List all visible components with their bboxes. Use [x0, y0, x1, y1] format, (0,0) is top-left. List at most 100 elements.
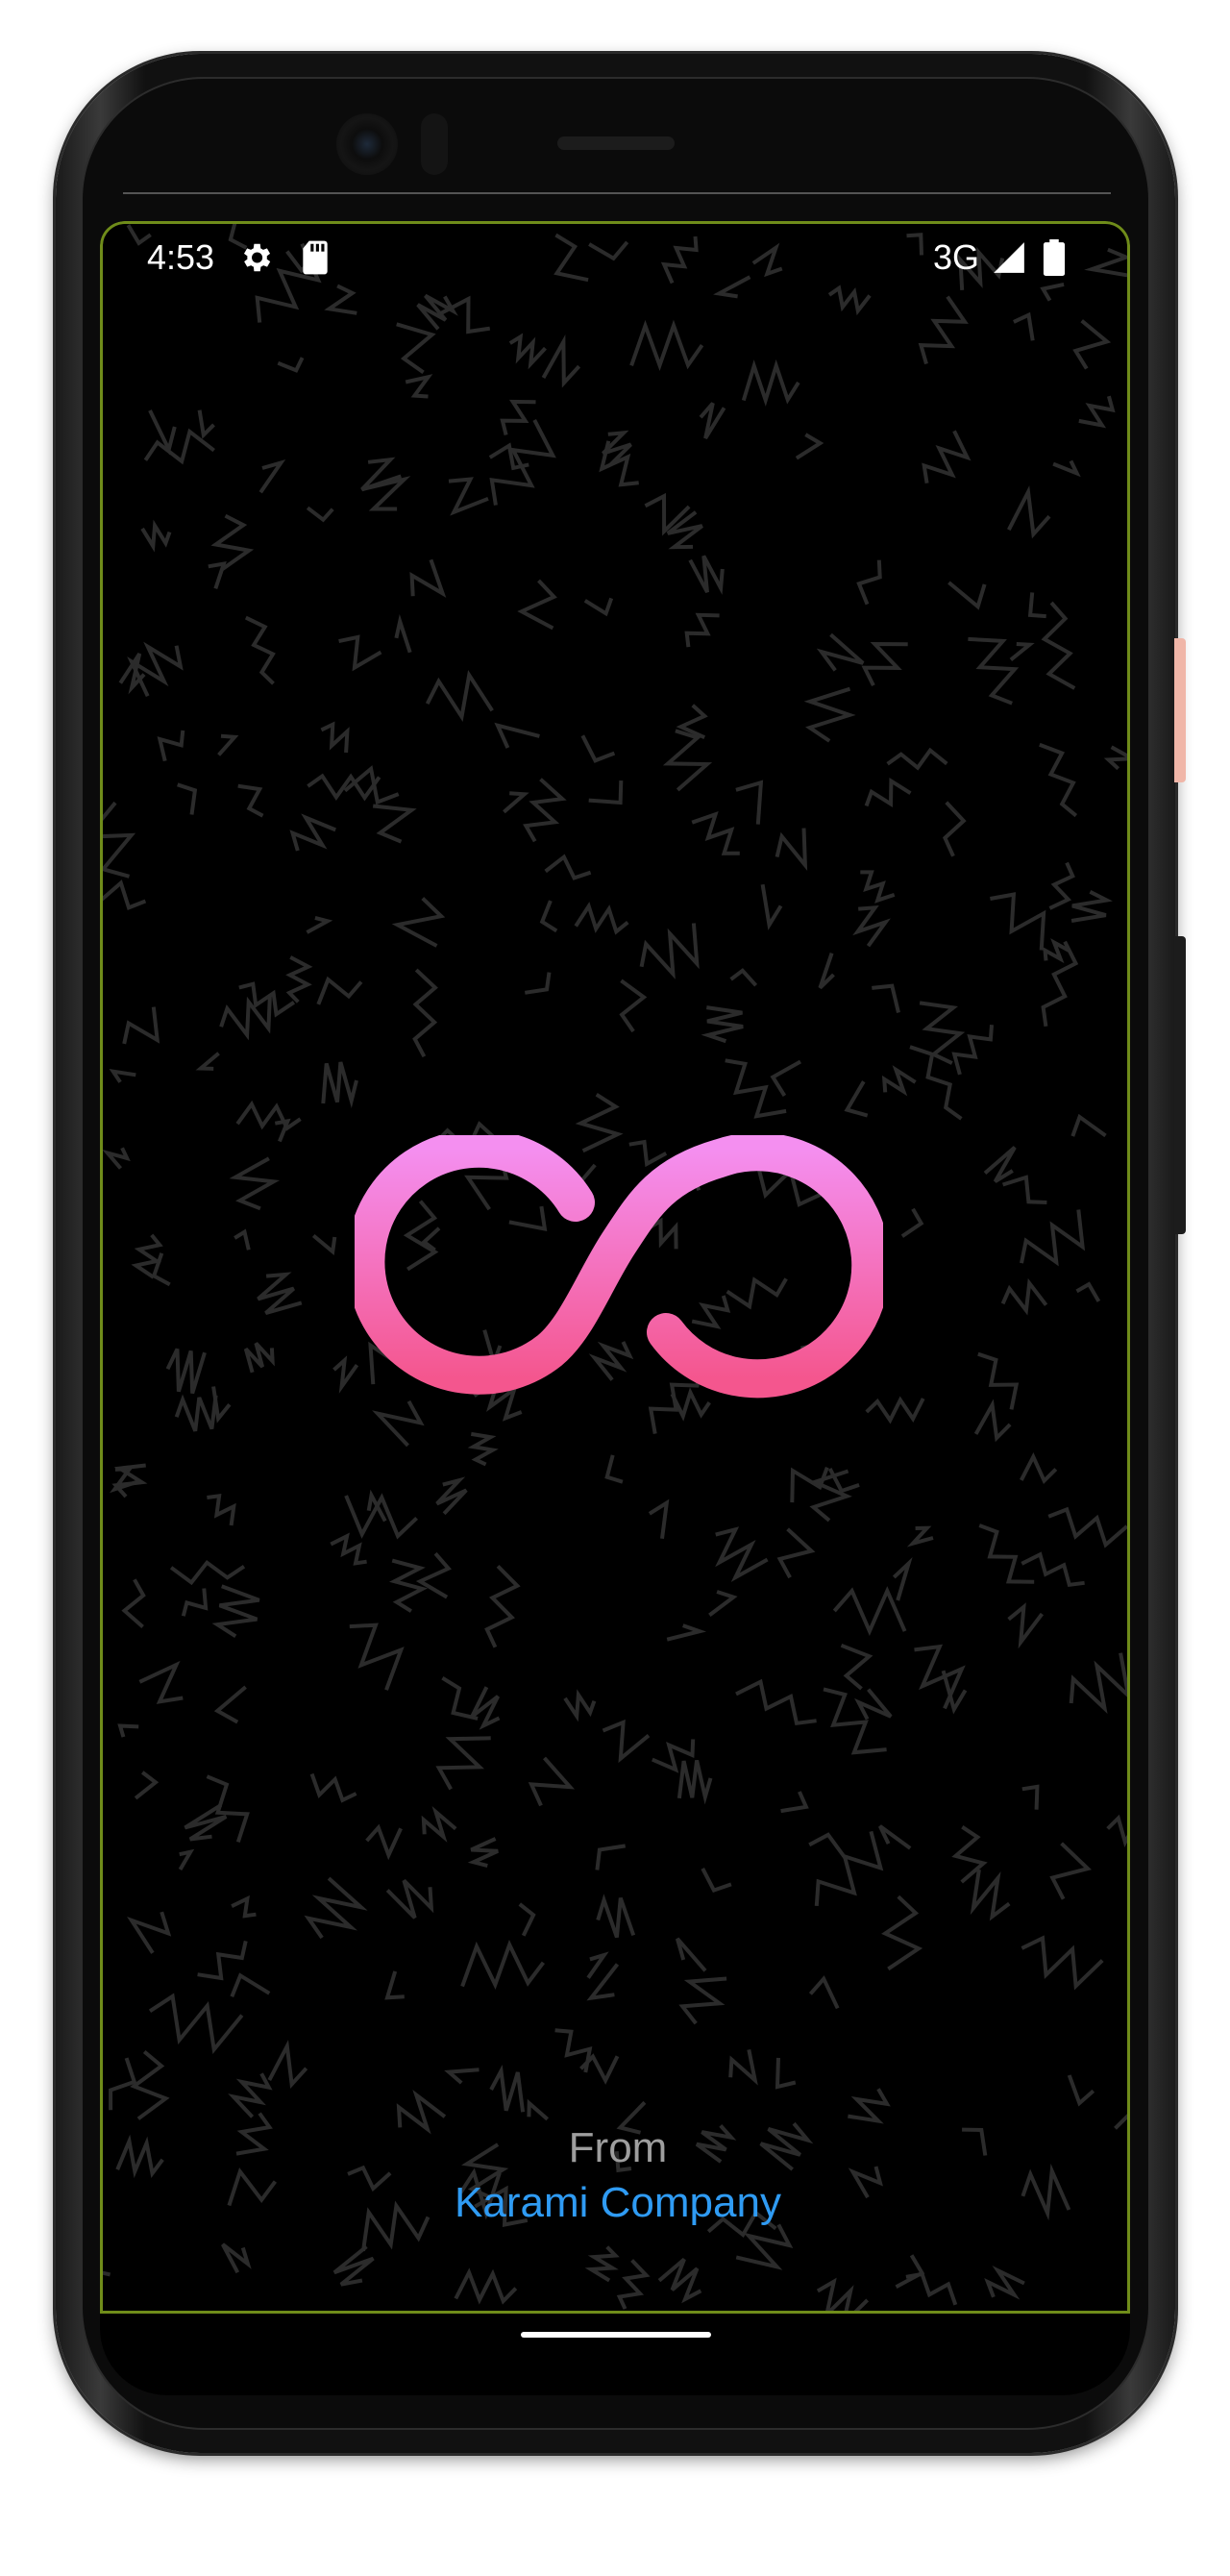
squiggle-shape: [586, 1951, 609, 1979]
screen-edge: [123, 192, 1111, 194]
splash-screen[interactable]: 4:53 3G From Karami Company: [100, 221, 1130, 2314]
squiggle-shape: [306, 915, 333, 934]
squiggle-shape: [872, 983, 900, 1013]
squiggle-shape: [808, 1975, 840, 2010]
squiggle-shape: [1021, 1784, 1040, 1810]
squiggle-shape: [691, 810, 740, 855]
squiggle-shape: [237, 783, 264, 818]
squiggle-shape: [942, 801, 967, 857]
squiggle-shape: [217, 733, 239, 756]
squiggle-shape: [1020, 1209, 1086, 1267]
screen: 4:53 3G From Karami Company: [100, 221, 1130, 2395]
squiggle-shape: [467, 1837, 499, 1869]
squiggle-shape: [207, 1493, 236, 1526]
squiggle-shape: [221, 2242, 252, 2274]
earpiece-speaker: [557, 136, 675, 150]
squiggle-shape: [503, 791, 529, 814]
squiggle-shape: [688, 555, 725, 595]
squiggle-shape: [914, 1644, 966, 1710]
squiggle-shape: [827, 285, 872, 316]
squiggle-shape: [947, 581, 987, 610]
squiggle-shape: [780, 1791, 809, 1814]
signal-icon: [991, 239, 1027, 285]
squiggle-shape: [518, 1902, 536, 1937]
squiggle-shape: [489, 418, 556, 506]
squiggle-shape: [602, 1719, 651, 1764]
squiggle-shape: [405, 374, 433, 399]
squiggle-shape: [1002, 1175, 1047, 1204]
proximity-sensor: [421, 113, 448, 175]
squiggle-shape: [604, 1454, 624, 1484]
squiggle-shape: [1078, 395, 1116, 429]
squiggle-shape: [384, 1970, 405, 2000]
squiggle-shape: [1039, 742, 1078, 818]
squiggle-shape: [1072, 319, 1112, 370]
squiggle-shape: [675, 1937, 707, 1972]
squiggle-shape: [444, 2068, 480, 2085]
squiggle-shape: [494, 722, 540, 749]
squiggle-shape: [595, 1844, 627, 1870]
squiggle-shape: [580, 734, 616, 763]
squiggle-shape: [701, 1005, 744, 1044]
squiggle-shape: [1000, 1277, 1048, 1316]
squiggle-shape: [644, 492, 691, 536]
squiggle-shape: [391, 897, 446, 948]
squiggle-shape: [244, 615, 276, 685]
squiggle-shape: [1048, 861, 1075, 910]
squiggle-shape: [816, 2277, 870, 2311]
squiggle-shape: [968, 636, 1020, 706]
squiggle-shape: [332, 1355, 359, 1394]
squiggle-shape: [372, 1399, 425, 1448]
squiggle-shape: [922, 430, 972, 484]
squiggle-shape: [735, 1678, 817, 1726]
squiggle-shape: [311, 1233, 337, 1256]
volume-button: [1174, 936, 1186, 1234]
squiggle-shape: [978, 1523, 1035, 1584]
squiggle-shape: [307, 773, 381, 802]
squiggle-shape: [372, 804, 417, 844]
squiggle-shape: [489, 2065, 526, 2113]
squiggle-shape: [181, 1588, 209, 1617]
squiggle-shape: [338, 634, 382, 672]
squiggle-shape: [848, 2088, 891, 2124]
squiggle-shape: [109, 1069, 136, 1083]
squiggle-shape: [662, 729, 713, 792]
squiggle-shape: [140, 519, 172, 553]
squiggle-shape: [856, 559, 882, 606]
network-type: 3G: [933, 237, 980, 277]
squiggle-shape: [229, 1156, 281, 1211]
squiggle-shape: [134, 1771, 160, 1800]
squiggle-shape: [304, 1876, 368, 1940]
squiggle-shape: [539, 900, 558, 933]
squiggle-shape: [178, 1848, 195, 1871]
squiggle-shape: [211, 1584, 260, 1638]
squiggle-shape: [484, 1564, 521, 1648]
squiggle-shape: [460, 1940, 545, 1990]
squiggle-shape: [563, 1689, 597, 1722]
squiggle-shape: [231, 1895, 257, 1919]
squiggle-shape: [970, 1869, 1011, 1921]
squiggle-shape: [657, 2257, 702, 2304]
company-link[interactable]: Karami Company: [103, 2175, 1127, 2231]
squiggle-shape: [309, 1772, 357, 1803]
squiggle-shape: [1007, 1602, 1044, 1649]
squiggle-shape: [1069, 1652, 1127, 1715]
squiggle-shape: [895, 2254, 925, 2289]
squiggle-shape: [699, 402, 726, 440]
squiggle-shape: [588, 780, 624, 805]
squiggle-shape: [1103, 745, 1127, 771]
squiggle-shape: [715, 1526, 769, 1582]
squiggle-shape: [814, 1830, 884, 1907]
squiggle-shape: [320, 721, 350, 754]
squiggle-shape: [775, 828, 808, 871]
squiggle-shape: [616, 2259, 651, 2310]
squiggle-shape: [121, 1578, 146, 1629]
credit-prefix: From: [568, 2124, 668, 2171]
squiggle-shape: [676, 1759, 713, 1805]
squiggle-shape: [775, 2057, 797, 2090]
squiggle-shape: [816, 632, 865, 672]
squiggle-shape: [208, 560, 227, 590]
squiggle-shape: [195, 1052, 220, 1071]
squiggle-shape: [701, 1867, 732, 1894]
home-indicator[interactable]: [521, 2332, 711, 2338]
